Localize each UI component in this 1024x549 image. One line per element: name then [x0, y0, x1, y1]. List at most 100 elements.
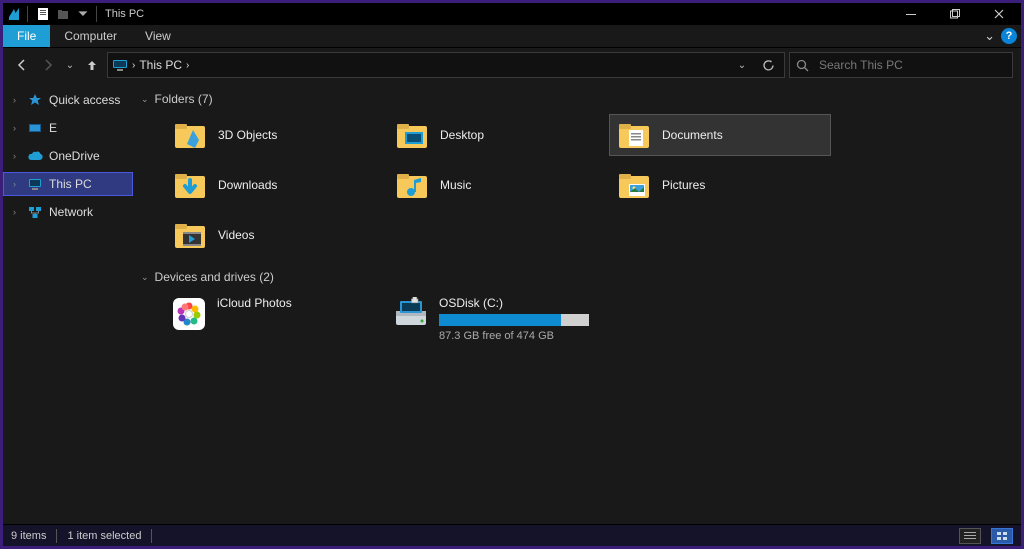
drive-label: iCloud Photos: [217, 296, 292, 310]
close-button[interactable]: [977, 3, 1021, 25]
ribbon-tab-view[interactable]: View: [131, 25, 185, 47]
recent-locations-button[interactable]: ⌄: [63, 54, 77, 76]
this-pc-icon: [27, 176, 43, 192]
titlebar: ⏷ This PC: [3, 3, 1021, 25]
group-header-folders[interactable]: ⌄ Folders (7): [133, 88, 1021, 114]
sidebar-item-onedrive[interactable]: › OneDrive: [3, 144, 133, 168]
folder-icon: [616, 117, 652, 153]
refresh-button[interactable]: [756, 53, 780, 77]
folder-label: Downloads: [218, 178, 277, 192]
window-frame: ⏷ This PC File Computer View ⌄ ?: [0, 0, 1024, 549]
group-header-label: Folders (7): [155, 92, 213, 106]
chevron-right-icon: ›: [132, 60, 135, 71]
sidebar-item-label: Quick access: [49, 93, 120, 107]
expand-icon[interactable]: ›: [13, 95, 21, 105]
drive-usage-fill: [439, 314, 561, 326]
address-bar[interactable]: › This PC › ⌄: [107, 52, 785, 78]
navigation-pane: › Quick access › E › OneDrive: [3, 82, 133, 524]
separator: [151, 529, 152, 543]
network-icon: [27, 204, 43, 220]
address-dropdown-button[interactable]: ⌄: [730, 53, 754, 77]
drive-osdisk-c[interactable]: OSDisk (C:) 87.3 GB free of 474 GB: [387, 292, 609, 346]
sidebar-item-label: This PC: [49, 177, 92, 191]
folder-3d-objects[interactable]: 3D Objects: [165, 114, 387, 156]
expand-icon[interactable]: ›: [13, 123, 21, 133]
up-button[interactable]: [81, 54, 103, 76]
help-button[interactable]: ?: [1001, 28, 1017, 44]
ribbon-tab-computer[interactable]: Computer: [50, 25, 131, 47]
maximize-button[interactable]: [933, 3, 977, 25]
chevron-down-icon[interactable]: ⌄: [141, 94, 149, 105]
folder-label: Pictures: [662, 178, 705, 192]
large-icons-view-button[interactable]: [991, 528, 1013, 544]
status-selection: 1 item selected: [67, 530, 141, 542]
quick-access-icon: [27, 92, 43, 108]
chevron-down-icon[interactable]: ⌄: [141, 272, 149, 283]
status-item-count: 9 items: [11, 530, 46, 542]
status-bar: 9 items 1 item selected: [3, 524, 1021, 546]
minimize-button[interactable]: [889, 3, 933, 25]
group-header-label: Devices and drives (2): [155, 270, 274, 284]
folder-downloads[interactable]: Downloads: [165, 164, 387, 206]
ribbon: File Computer View ⌄ ?: [3, 25, 1021, 48]
folder-icon: [394, 117, 430, 153]
folder-icon: [172, 217, 208, 253]
sidebar-item-network[interactable]: › Network: [3, 200, 133, 224]
separator: [27, 6, 28, 22]
body: › Quick access › E › OneDrive: [3, 82, 1021, 524]
folder-music[interactable]: Music: [387, 164, 609, 206]
drive-free-space: 87.3 GB free of 474 GB: [439, 330, 589, 342]
onedrive-icon: [27, 148, 43, 164]
folders-grid: 3D Objects Desktop Documents: [133, 114, 1021, 266]
group-header-drives[interactable]: ⌄ Devices and drives (2): [133, 266, 1021, 292]
drive-icloud-photos[interactable]: iCloud Photos: [165, 292, 387, 346]
drive-usage-bar: [439, 314, 589, 326]
window-title: This PC: [105, 8, 144, 20]
ribbon-expand-icon[interactable]: ⌄: [984, 28, 995, 44]
details-view-button[interactable]: [959, 528, 981, 544]
expand-icon[interactable]: ›: [13, 207, 21, 217]
sidebar-item-label: Network: [49, 205, 93, 219]
navigation-bar: ⌄ › This PC › ⌄: [3, 48, 1021, 82]
search-box[interactable]: [789, 52, 1013, 78]
qa-properties-icon[interactable]: [34, 5, 52, 23]
qa-customize-icon[interactable]: ⏷: [74, 5, 92, 23]
folder-pictures[interactable]: Pictures: [609, 164, 831, 206]
ribbon-file-tab[interactable]: File: [3, 25, 50, 47]
folder-label: Desktop: [440, 128, 484, 142]
app-icon[interactable]: [5, 5, 23, 23]
folder-icon: [616, 167, 652, 203]
drives-grid: iCloud Photos: [133, 292, 1021, 356]
breadcrumb-location[interactable]: This PC: [139, 58, 182, 72]
hard-drive-icon: [393, 296, 429, 332]
icloud-photos-icon: [171, 296, 207, 332]
folder-documents[interactable]: Documents: [609, 114, 831, 156]
chevron-right-icon[interactable]: ›: [186, 60, 189, 71]
qa-new-folder-icon[interactable]: [54, 5, 72, 23]
sidebar-item-label: OneDrive: [49, 149, 100, 163]
folder-videos[interactable]: Videos: [165, 214, 387, 256]
folder-label: 3D Objects: [218, 128, 277, 142]
sidebar-item-label: E: [49, 121, 57, 135]
expand-icon[interactable]: ›: [13, 179, 21, 189]
folder-icon: [27, 120, 43, 136]
back-button[interactable]: [11, 54, 33, 76]
drive-label: OSDisk (C:): [439, 296, 589, 310]
this-pc-icon: [112, 57, 128, 73]
search-input[interactable]: [817, 57, 1006, 73]
folder-icon: [172, 117, 208, 153]
forward-button[interactable]: [37, 54, 59, 76]
folder-label: Videos: [218, 228, 254, 242]
expand-icon[interactable]: ›: [13, 151, 21, 161]
separator: [56, 529, 57, 543]
separator: [96, 6, 97, 22]
folder-icon: [394, 167, 430, 203]
search-icon: [796, 59, 809, 72]
content-pane: ⌄ Folders (7) 3D Objects Desktop: [133, 82, 1021, 524]
sidebar-item-e[interactable]: › E: [3, 116, 133, 140]
folder-icon: [172, 167, 208, 203]
sidebar-item-this-pc[interactable]: › This PC: [3, 172, 133, 196]
sidebar-item-quick-access[interactable]: › Quick access: [3, 88, 133, 112]
folder-label: Music: [440, 178, 471, 192]
folder-desktop[interactable]: Desktop: [387, 114, 609, 156]
